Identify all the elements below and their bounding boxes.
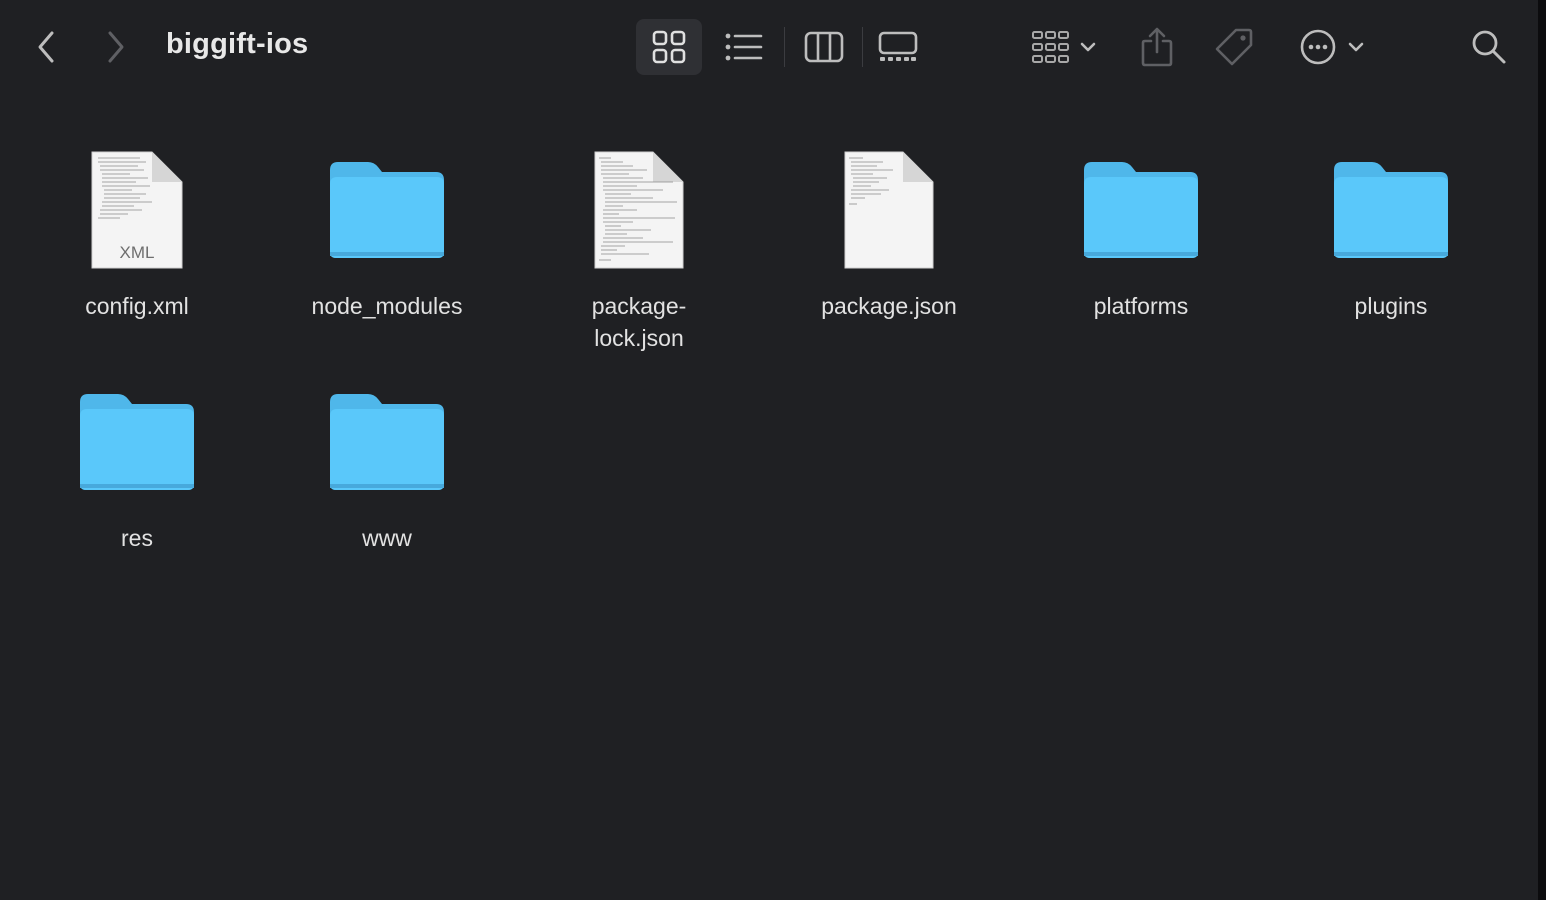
more-actions-button[interactable] [1292,22,1372,72]
chevron-down-icon [1079,41,1097,53]
folder-item-www[interactable]: www [282,372,492,554]
folder-icon [1316,140,1466,280]
icon-view-button[interactable] [636,19,702,75]
folder-item-node-modules[interactable]: node_modules [282,140,492,322]
toolbar: biggift-ios [0,0,1540,95]
file-name: platforms [1093,293,1189,319]
gallery-view-button[interactable] [870,19,926,75]
folder-item-res[interactable]: res [32,372,242,554]
file-item-package-lock-json[interactable]: package- lock.json [534,140,744,354]
toolbar-divider [784,27,785,67]
folder-icon [312,372,462,512]
file-name: res [121,525,153,551]
share-icon [1141,27,1173,67]
file-badge: XML [119,243,155,262]
file-name: node_modules [311,293,463,319]
tag-icon [1214,27,1254,67]
json-document-icon [564,140,714,280]
search-icon [1471,29,1507,65]
folder-icon [312,140,462,280]
toolbar-divider [862,27,863,67]
file-name: plugins [1354,293,1428,319]
window-edge [1538,0,1546,900]
folder-icon [1066,140,1216,280]
back-button[interactable] [28,28,64,66]
icon-view-icon [652,30,686,64]
file-item-package-json[interactable]: package.json [784,140,994,322]
file-name: config.xml [85,293,189,319]
share-button[interactable] [1134,22,1180,72]
file-item-config-xml[interactable]: XML config.xml [32,140,242,322]
file-name: www [362,525,412,551]
group-button[interactable] [1024,22,1104,72]
folder-icon [62,372,212,512]
chevron-down-icon [1347,41,1365,53]
file-name: package- lock.json [591,293,687,351]
gallery-view-icon [878,31,918,63]
forward-button[interactable] [98,28,134,66]
file-name: package.json [821,293,957,319]
column-view-button[interactable] [796,19,852,75]
list-view-button[interactable] [716,19,772,75]
ellipsis-circle-icon [1299,28,1337,66]
json-document-icon [814,140,964,280]
group-icon [1031,30,1071,64]
chevron-right-icon [106,30,126,64]
column-view-icon [804,31,844,63]
list-view-icon [725,32,763,62]
folder-item-platforms[interactable]: platforms [1036,140,1246,322]
search-button[interactable] [1464,22,1514,72]
finder-window: biggift-ios XML config.xml node_modules … [0,0,1540,900]
tag-button[interactable] [1210,22,1258,72]
window-title: biggift-ios [166,28,309,60]
chevron-left-icon [36,30,56,64]
folder-item-plugins[interactable]: plugins [1286,140,1496,322]
